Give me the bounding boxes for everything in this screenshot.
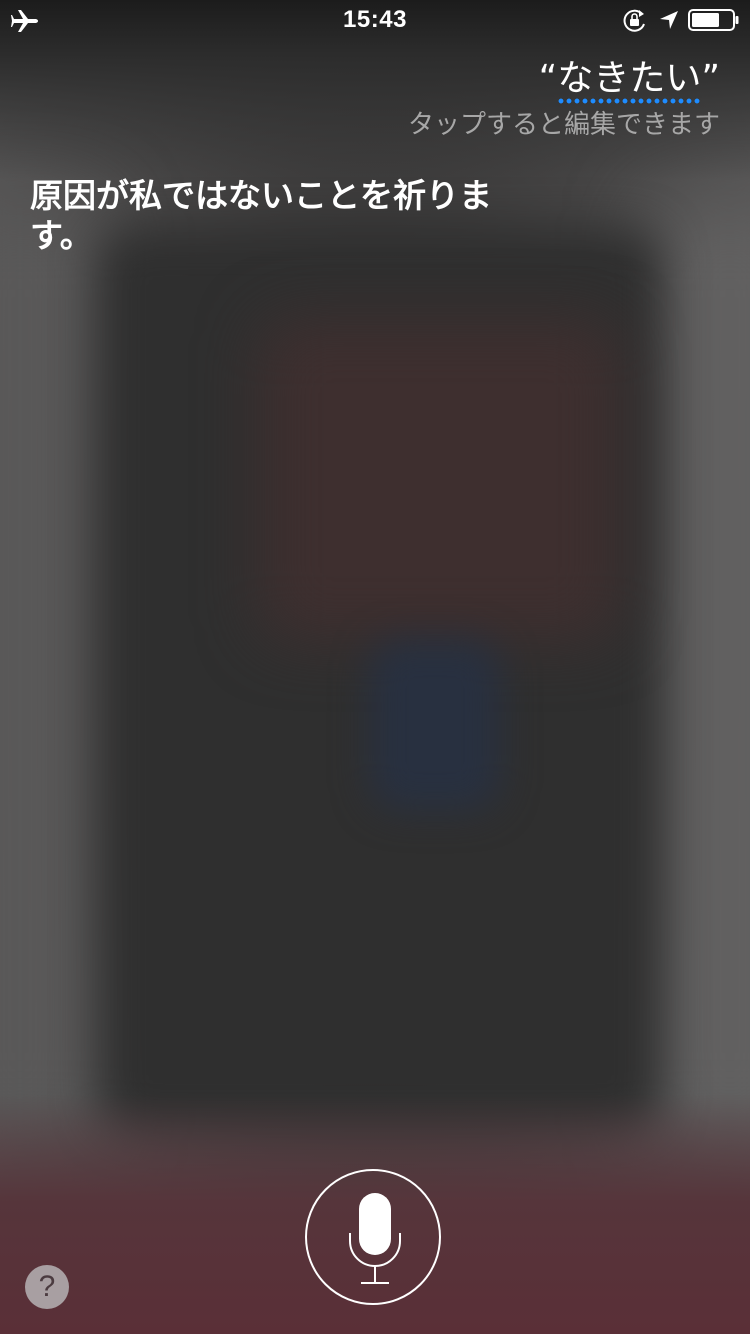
close-quote: ” [701,58,720,99]
recognized-speech[interactable]: “なきたい” タップすると編集できます [408,56,720,142]
rotation-lock-icon [623,9,645,32]
help-button[interactable]: ? [25,1265,69,1309]
battery-icon [688,9,739,31]
location-icon [660,11,678,29]
blurred-background [260,320,620,640]
blurred-background [650,200,750,1150]
blurred-background [370,640,500,810]
siri-response: 原因が私ではないことを祈ります。 [30,176,492,255]
open-quote: “ [538,58,558,99]
status-bar: 15:43 [0,0,750,40]
edit-hint: タップすると編集できます [407,110,720,140]
siri-screen: 15:43 “なきたい” タップすると編集できます 原因が私ではないことを祈りま… [0,0,750,1334]
speech-text[interactable]: “なきたい” [408,56,720,105]
mic-button[interactable] [305,1169,441,1305]
blurred-background [0,200,100,1150]
microphone-icon [349,1193,401,1284]
speech-word[interactable]: なきたい [557,58,702,105]
